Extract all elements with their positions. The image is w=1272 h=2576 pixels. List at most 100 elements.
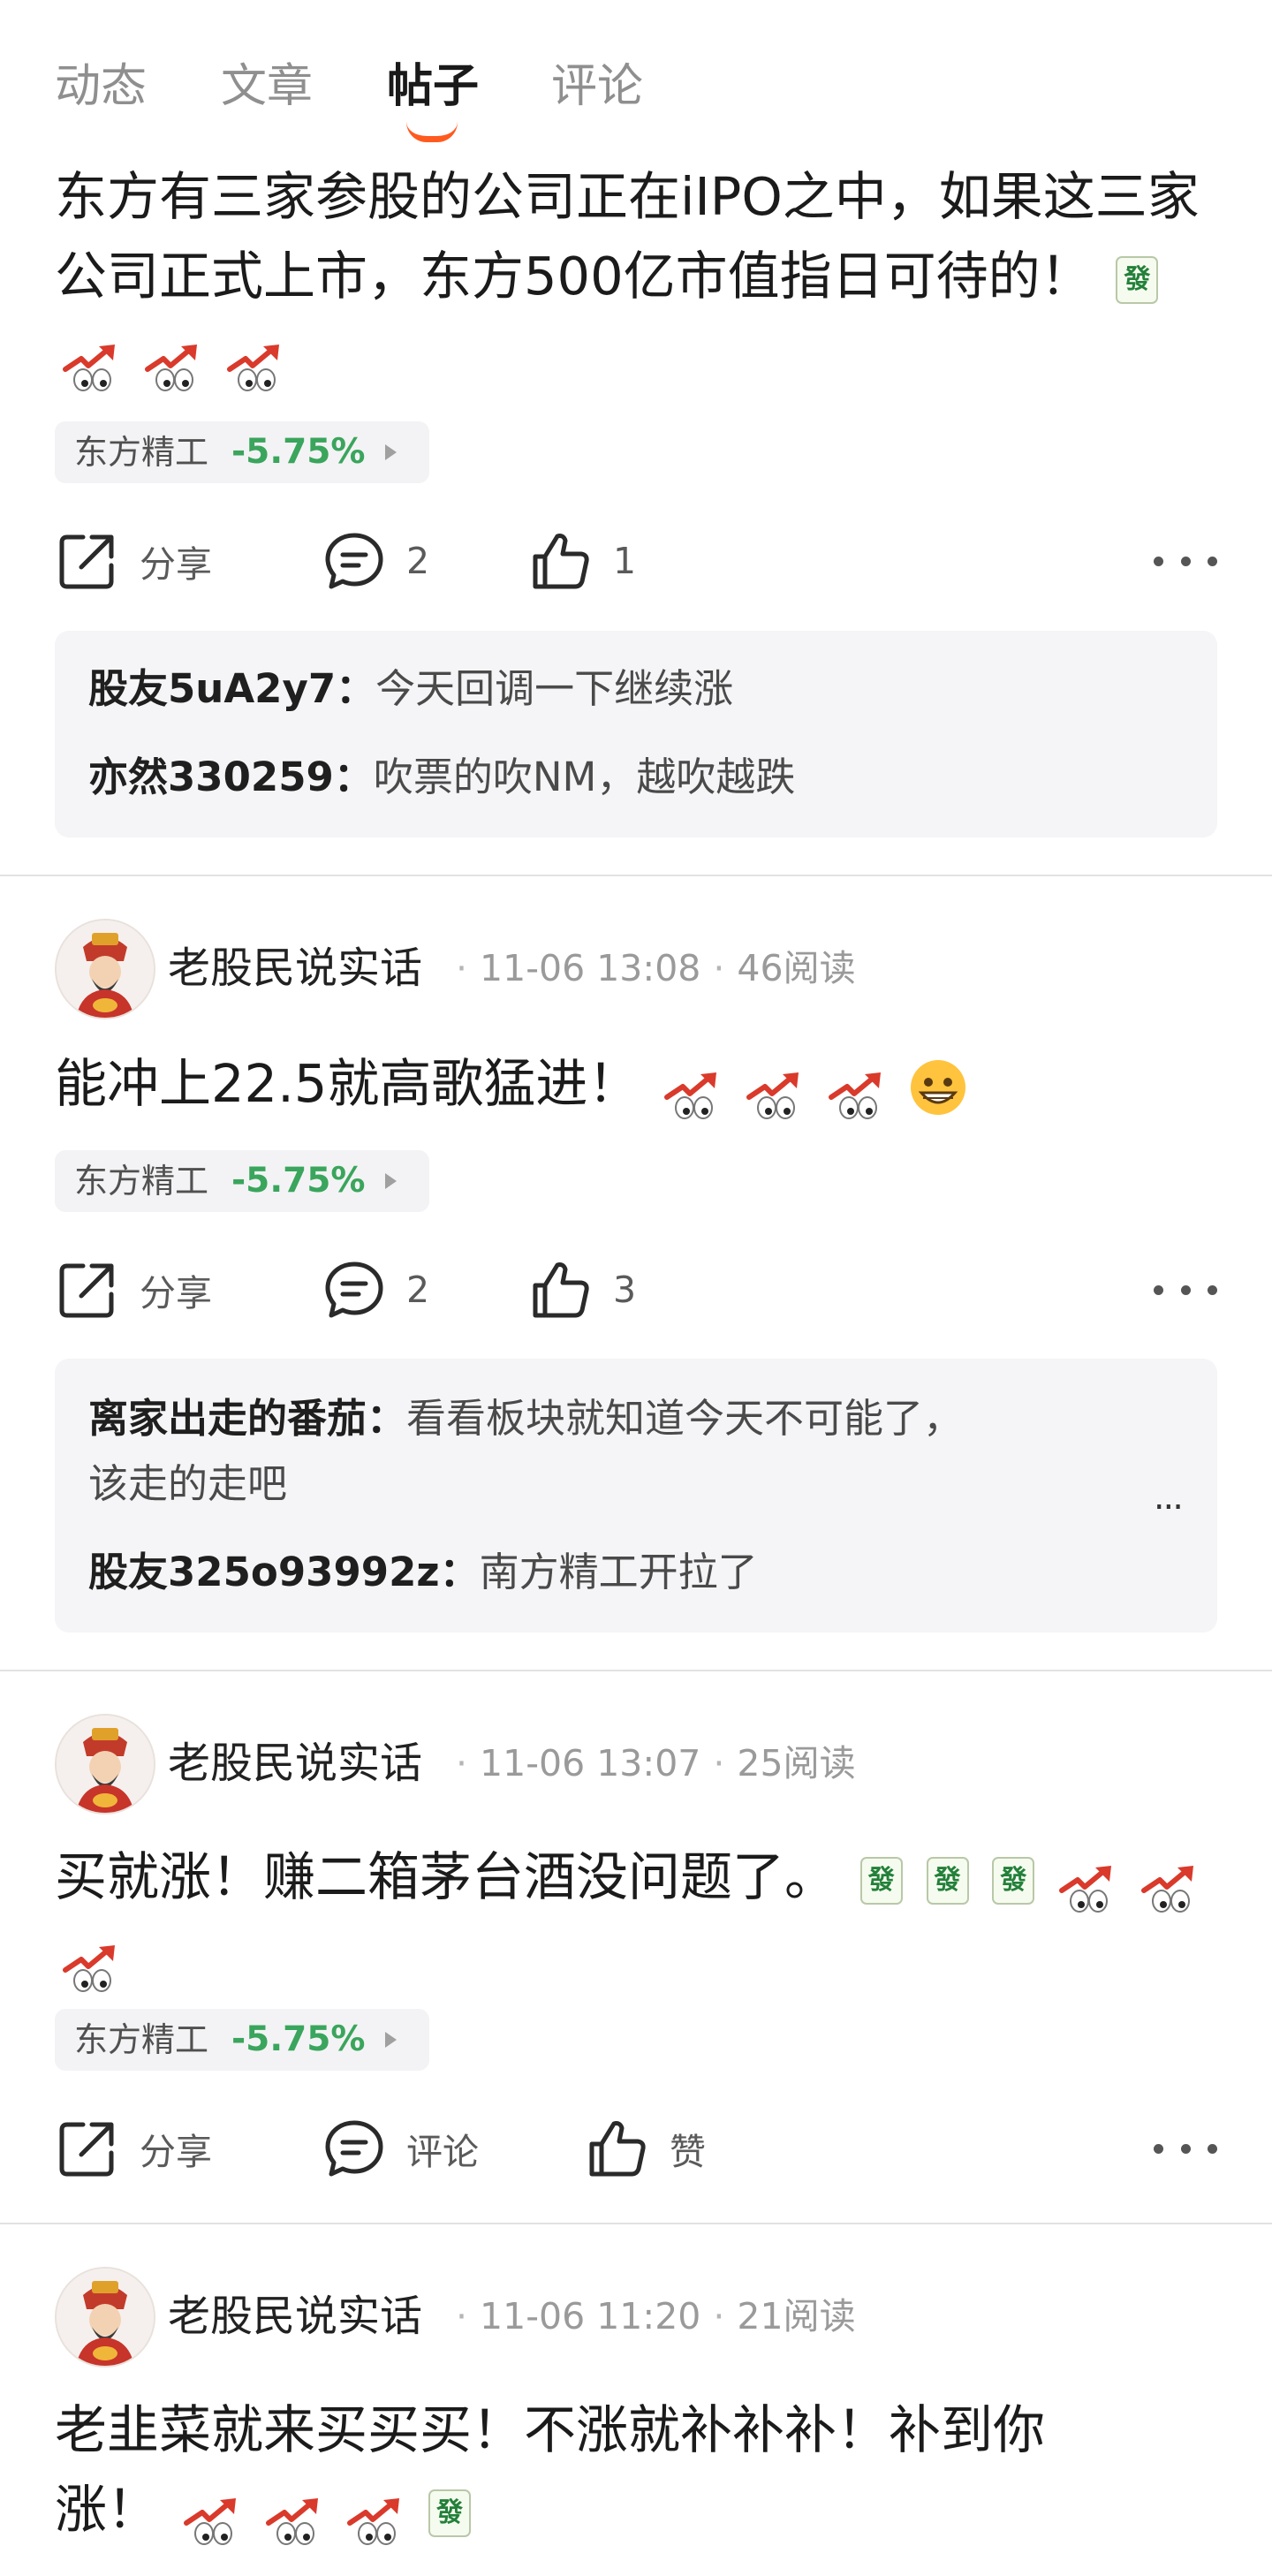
tab-comments[interactable]: 评论	[551, 51, 643, 122]
like-icon	[530, 530, 592, 592]
comment-user[interactable]: 亦然330259：	[88, 754, 374, 800]
stock-change: -5.75%	[231, 2019, 366, 2059]
comment-user[interactable]: 离家出走的番茄：	[88, 1395, 406, 1442]
post-author-row: 老股民说实话 · 11-06 13:08 · 46阅读	[55, 919, 1221, 1019]
active-tab-indicator	[406, 122, 458, 142]
post-text-body: 买就涨！赚二箱茅台酒没问题了。	[55, 1846, 837, 1907]
chevron-right-icon	[385, 1173, 397, 1189]
comment-button[interactable]: 评论	[323, 2104, 479, 2193]
share-icon	[57, 530, 118, 592]
like-button[interactable]: 赞	[587, 2104, 706, 2193]
rocket-emoji	[346, 2489, 405, 2538]
stock-tag[interactable]: 东方精工 -5.75%	[55, 2009, 429, 2071]
post-meta: · 11-06 13:07 · 25阅读	[456, 1742, 856, 1784]
comment-preview-box[interactable]: 股友5uA2y7：今天回调一下继续涨 亦然330259：吹票的吹NM，越吹越跌	[55, 631, 1217, 837]
rocket-emoji	[62, 1936, 120, 1985]
like-button[interactable]: 1	[530, 517, 636, 605]
fa-tile-emoji: 發	[1116, 255, 1159, 304]
post-divider	[0, 875, 1272, 876]
comment-count: 2	[406, 1269, 430, 1311]
comment-icon	[323, 2118, 385, 2179]
avatar[interactable]	[55, 2267, 155, 2368]
rocket-emoji	[746, 1063, 804, 1112]
author-name[interactable]: 老股民说实话	[168, 1733, 422, 1793]
more-button[interactable]	[1154, 2104, 1217, 2193]
rocket-emoji	[183, 2489, 241, 2538]
stock-change: -5.75%	[231, 1161, 366, 1201]
like-count: 3	[613, 1269, 637, 1311]
post-text[interactable]: 能冲上22.5就高歌猛进！	[55, 1044, 1221, 1124]
post-text-body: 能冲上22.5就高歌猛进！	[55, 1053, 640, 1114]
share-icon	[57, 2118, 118, 2179]
post-text-body: 东方有三家参股的公司正在iIPO之中，如果这三家公司正式上市，东方500亿市值指…	[55, 166, 1200, 307]
tab-activity[interactable]: 动态	[55, 51, 147, 122]
profile-tab-bar: 动态 文章 帖子 评论	[0, 0, 1272, 155]
like-button[interactable]: 3	[530, 1246, 636, 1334]
avatar[interactable]	[55, 919, 155, 1019]
like-count: 1	[613, 540, 637, 582]
comment-icon	[323, 1259, 385, 1321]
share-button[interactable]: 分享	[57, 2104, 212, 2193]
comment-text: 南方精工开拉了	[479, 1549, 758, 1595]
post-text[interactable]: 老韭菜就来买买买！不涨就补补补！补到你 涨！ 發	[55, 2390, 1221, 2549]
expand-comment-button[interactable]: ...	[1154, 1477, 1184, 1518]
post-time: 11-06 13:07	[480, 1742, 701, 1784]
comment-preview-box[interactable]: 离家出走的番茄：看看板块就知道今天不可能了， 该走的走吧 ... 股友325o9…	[55, 1359, 1217, 1633]
comment-user[interactable]: 股友5uA2y7：	[88, 665, 375, 712]
comment-user[interactable]: 股友325o93992z：	[88, 1549, 480, 1595]
stock-tag[interactable]: 东方精工 -5.75%	[55, 421, 429, 483]
tab-posts[interactable]: 帖子	[387, 51, 479, 122]
more-button[interactable]	[1154, 1246, 1217, 1334]
rocket-emoji	[828, 1063, 886, 1112]
more-icon	[1154, 1284, 1163, 1295]
comment-text: 吹票的吹NM，越吹越跌	[373, 754, 796, 800]
fa-tile-emoji: 發	[859, 1856, 903, 1905]
post-actions: 分享 2 3	[0, 1246, 1272, 1334]
like-label: 赞	[670, 2131, 706, 2173]
fa-tile-emoji: 發	[926, 1856, 969, 1905]
like-icon	[530, 1259, 592, 1321]
post-author-row: 老股民说实话 · 11-06 11:20 · 21阅读	[55, 2267, 1221, 2368]
more-icon	[1154, 2143, 1163, 2154]
stock-tag[interactable]: 东方精工 -5.75%	[55, 1150, 429, 1212]
post-meta: · 11-06 13:08 · 46阅读	[456, 947, 856, 989]
like-icon	[587, 2118, 648, 2179]
grin-emoji	[911, 1059, 966, 1115]
rocket-emoji	[62, 335, 120, 384]
read-count: 25阅读	[737, 1742, 856, 1784]
post-meta: · 11-06 11:20 · 21阅读	[456, 2295, 856, 2337]
comment-count: 2	[406, 540, 430, 582]
tab-articles[interactable]: 文章	[221, 51, 313, 122]
comment-text: 今天回调一下继续涨	[375, 665, 734, 712]
comment-button[interactable]: 2	[323, 1246, 429, 1334]
avatar[interactable]	[55, 1714, 155, 1815]
post-divider	[0, 2223, 1272, 2224]
comment-item: 离家出走的番茄：看看板块就知道今天不可能了，	[88, 1387, 963, 1451]
share-button[interactable]: 分享	[57, 1246, 212, 1334]
share-icon	[57, 1259, 118, 1321]
post-text[interactable]: 买就涨！赚二箱茅台酒没问题了。 發 發 發	[55, 1837, 1221, 1996]
read-count: 21阅读	[737, 2295, 856, 2337]
post-time: 11-06 11:20	[480, 2295, 701, 2337]
fa-tile-emoji: 發	[992, 1856, 1035, 1905]
post-text-body: 涨！	[55, 2479, 160, 2540]
author-name[interactable]: 老股民说实话	[168, 938, 422, 998]
post-text[interactable]: 东方有三家参股的公司正在iIPO之中，如果这三家公司正式上市，东方500亿市值指…	[55, 157, 1221, 396]
post-text-line: 涨！ 發	[55, 2470, 1221, 2549]
post-divider	[0, 1670, 1272, 1671]
post-actions: 分享 评论 赞	[0, 2104, 1272, 2193]
fa-tile-emoji: 發	[428, 2489, 472, 2537]
more-button[interactable]	[1154, 517, 1217, 605]
post-author-row: 老股民说实话 · 11-06 13:07 · 25阅读	[55, 1714, 1221, 1815]
author-name[interactable]: 老股民说实话	[168, 2286, 422, 2346]
comment-icon	[323, 530, 385, 592]
comment-item: 亦然330259：吹票的吹NM，越吹越跌	[88, 746, 795, 809]
stock-name: 东方精工	[74, 1162, 209, 1201]
post-text-line: 老韭菜就来买买买！不涨就补补补！补到你	[55, 2399, 1046, 2460]
comment-label: 评论	[406, 2131, 479, 2173]
share-label: 分享	[140, 543, 212, 586]
read-count: 46阅读	[737, 947, 856, 989]
share-label: 分享	[140, 2131, 212, 2173]
share-button[interactable]: 分享	[57, 517, 212, 605]
comment-button[interactable]: 2	[323, 517, 429, 605]
